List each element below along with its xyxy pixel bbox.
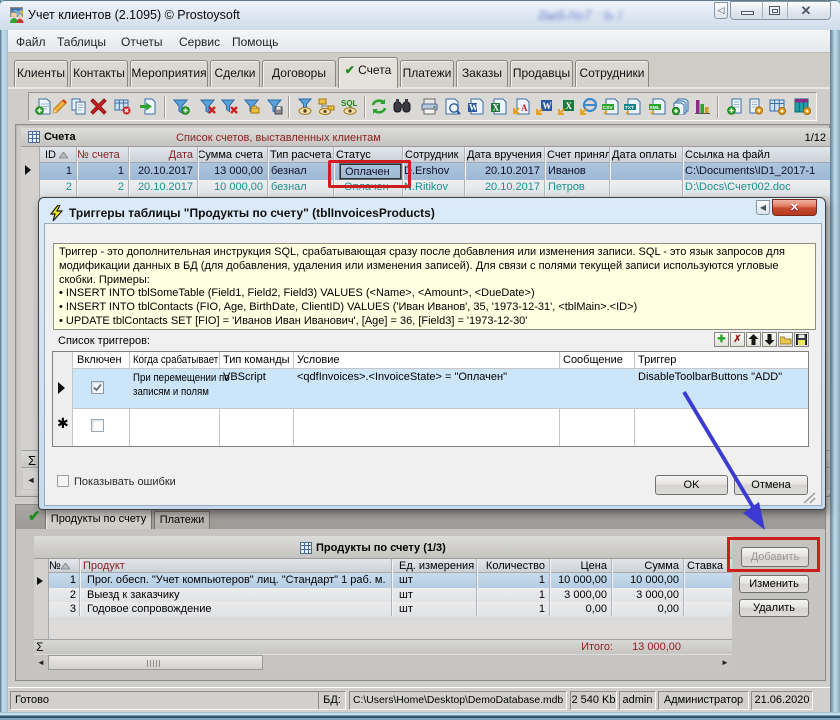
svg-text:XML: XML (650, 105, 660, 111)
svg-text:W: W (469, 103, 478, 113)
svg-text:TXT: TXT (625, 105, 634, 111)
svg-text:A: A (521, 103, 528, 113)
svg-text:W: W (543, 101, 552, 111)
svg-text:SQL: SQL (341, 99, 358, 108)
svg-text:Ƨ̶ս̶б̶ №7 ᛫Ƅ ǀ: Ƨ̶ս̶б̶ №7 ᛫Ƅ ǀ (538, 7, 623, 23)
svg-text:CSV: CSV (603, 105, 614, 111)
svg-text:X: X (566, 101, 573, 111)
svg-text:X: X (493, 103, 500, 113)
